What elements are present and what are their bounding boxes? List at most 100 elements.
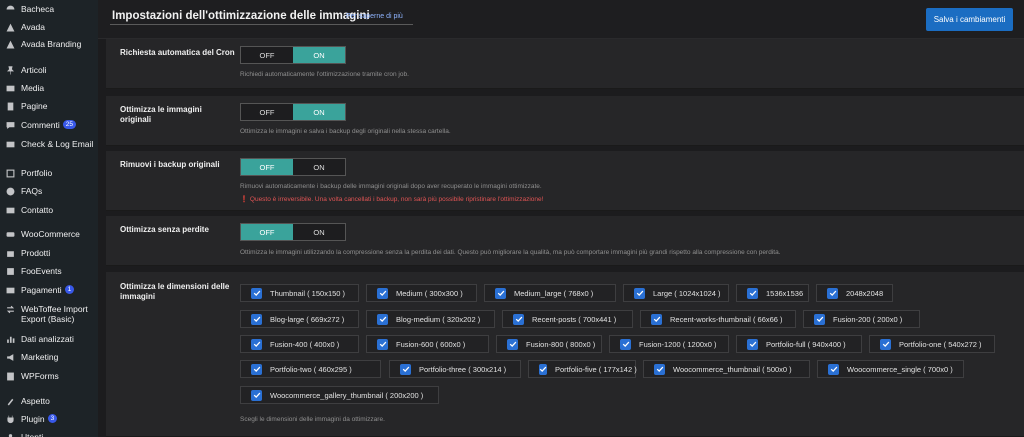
checkmark-icon[interactable] — [651, 313, 662, 325]
image-size-checkbox[interactable]: Fusion-1200 ( 1200x0 ) — [609, 335, 729, 353]
toggle-on-option[interactable]: ON — [293, 104, 345, 120]
checkmark-icon[interactable] — [620, 338, 631, 350]
image-size-checkbox[interactable]: Woocommerce_single ( 700x0 ) — [817, 360, 964, 378]
image-size-label: Recent-works-thumbnail ( 66x66 ) — [670, 314, 783, 324]
image-size-checkbox[interactable]: Medium ( 300x300 ) — [366, 284, 477, 302]
image-size-checkbox[interactable]: Large ( 1024x1024 ) — [623, 284, 729, 302]
sidebar-item-check-log-email[interactable]: Check & Log Email — [4, 139, 96, 149]
image-size-checkbox[interactable]: Fusion-400 ( 400x0 ) — [240, 335, 359, 353]
section-label: Ottimizza le dimensioni delle immagini — [120, 282, 230, 301]
toggle-on-option[interactable]: ON — [293, 47, 345, 63]
checkmark-icon[interactable] — [513, 313, 524, 325]
image-size-checkbox[interactable]: Portfolio-three ( 300x214 ) — [389, 360, 521, 378]
toggle-off-option[interactable]: OFF — [241, 224, 293, 240]
checkmark-icon[interactable] — [251, 363, 262, 375]
pages-icon — [4, 101, 17, 111]
marketing-icon — [4, 352, 17, 362]
sidebar-item-label: Marketing — [21, 352, 59, 362]
sidebar-item-pagine[interactable]: Pagine — [4, 101, 96, 111]
sidebar-item-media[interactable]: Media — [4, 83, 96, 93]
image-size-checkbox[interactable]: Fusion-200 ( 200x0 ) — [803, 310, 920, 328]
checkmark-icon[interactable] — [377, 338, 388, 350]
checkmark-icon[interactable] — [377, 313, 388, 325]
toggle-off-option[interactable]: OFF — [241, 104, 293, 120]
image-size-checkbox[interactable]: Woocommerce_thumbnail ( 500x0 ) — [643, 360, 810, 378]
checkmark-icon[interactable] — [654, 363, 665, 375]
toggle-on-option[interactable]: ON — [293, 224, 345, 240]
plugin-icon — [4, 414, 17, 424]
image-size-checkbox[interactable]: Portfolio-two ( 460x295 ) — [240, 360, 381, 378]
toggle-off-option[interactable]: OFF — [241, 159, 293, 175]
toggle-on-option[interactable]: ON — [293, 159, 345, 175]
checkmark-icon[interactable] — [539, 363, 547, 375]
image-size-checkbox[interactable]: Recent-posts ( 700x441 ) — [502, 310, 633, 328]
section-label: Ottimizza senza perdite — [120, 225, 209, 234]
sidebar-item-faqs[interactable]: FAQs — [4, 186, 96, 196]
cron-toggle[interactable]: OFF ON — [240, 46, 346, 64]
sidebar-item-contatto[interactable]: Contatto — [4, 205, 96, 215]
backup-toggle[interactable]: OFF ON — [240, 158, 346, 176]
image-size-checkbox[interactable]: 1536x1536 — [736, 284, 809, 302]
checkmark-icon[interactable] — [880, 338, 891, 350]
sidebar-item-utenti[interactable]: Utenti — [4, 432, 96, 437]
sidebar-item-plugin[interactable]: Plugin 3 — [4, 414, 96, 424]
image-size-checkbox[interactable]: Fusion-800 ( 800x0 ) — [496, 335, 602, 353]
sidebar-item-dati-analizzati[interactable]: Dati analizzati — [4, 334, 96, 344]
checkmark-icon[interactable] — [400, 363, 411, 375]
section-lossless: Ottimizza senza perdite OFF ON Ottimizza… — [106, 216, 1024, 266]
image-size-label: Woocommerce_thumbnail ( 500x0 ) — [673, 364, 792, 374]
checkmark-icon[interactable] — [251, 287, 262, 299]
sidebar-item-pagamenti[interactable]: Pagamenti 1 — [4, 285, 96, 295]
sidebar-item-fooevents[interactable]: FooEvents — [4, 266, 96, 276]
sidebar-item-prodotti[interactable]: Prodotti — [4, 248, 96, 258]
image-size-label: Fusion-800 ( 800x0 ) — [526, 339, 596, 349]
checkmark-icon[interactable] — [828, 363, 839, 375]
section-description: Ottimizza le immagini utilizzando la com… — [240, 249, 781, 256]
image-size-checkbox[interactable]: Medium_large ( 768x0 ) — [484, 284, 616, 302]
sidebar-item-commenti[interactable]: Commenti 25 — [4, 120, 96, 130]
image-size-checkbox[interactable]: Thumbnail ( 150x150 ) — [240, 284, 359, 302]
sidebar-item-articoli[interactable]: Articoli — [4, 65, 96, 75]
dashboard-icon — [4, 4, 17, 14]
sidebar-item-label: Avada Branding — [21, 39, 82, 49]
learn-more-link[interactable]: Per saperne di più — [346, 13, 403, 20]
image-size-checkbox[interactable]: Portfolio-full ( 940x400 ) — [736, 335, 862, 353]
sidebar-item-avada-branding[interactable]: Avada Branding — [4, 39, 96, 49]
checkmark-icon[interactable] — [814, 313, 825, 325]
image-size-checkbox[interactable]: Blog-medium ( 320x202 ) — [366, 310, 495, 328]
image-size-checkbox[interactable]: Portfolio-one ( 540x272 ) — [869, 335, 995, 353]
image-size-label: Portfolio-one ( 540x272 ) — [899, 339, 982, 349]
image-size-label: Medium_large ( 768x0 ) — [514, 288, 594, 298]
image-size-checkbox[interactable]: 2048x2048 — [816, 284, 893, 302]
sidebar-item-aspetto[interactable]: Aspetto — [4, 396, 96, 406]
checkmark-icon[interactable] — [495, 287, 506, 299]
checkmark-icon[interactable] — [377, 287, 388, 299]
checkmark-icon[interactable] — [251, 313, 262, 325]
avada-branding-icon — [4, 39, 17, 49]
checkmark-icon[interactable] — [251, 389, 262, 401]
image-size-checkbox[interactable]: Woocommerce_gallery_thumbnail ( 200x200 … — [240, 386, 439, 404]
image-size-checkbox[interactable]: Recent-works-thumbnail ( 66x66 ) — [640, 310, 796, 328]
save-button[interactable]: Salva i cambiamenti — [926, 8, 1013, 31]
sidebar-item-woocommerce[interactable]: WooCommerce — [4, 229, 96, 239]
lossless-toggle[interactable]: OFF ON — [240, 223, 346, 241]
sidebar-item-label: Prodotti — [21, 248, 51, 258]
sidebar-item-portfolio[interactable]: Portfolio — [4, 168, 96, 178]
toggle-off-option[interactable]: OFF — [241, 47, 293, 63]
sidebar-item-wpforms[interactable]: WPForms — [4, 371, 96, 381]
image-size-checkbox[interactable]: Fusion-600 ( 600x0 ) — [366, 335, 489, 353]
image-size-checkbox[interactable]: Blog-large ( 669x272 ) — [240, 310, 359, 328]
portfolio-icon — [4, 168, 17, 178]
checkmark-icon[interactable] — [634, 287, 645, 299]
checkmark-icon[interactable] — [827, 287, 838, 299]
sidebar-item-webtoffee-import-export-basic[interactable]: WebToffee Import Export (Basic) — [4, 304, 96, 324]
sidebar-item-avada[interactable]: Avada — [4, 22, 96, 32]
checkmark-icon[interactable] — [747, 287, 758, 299]
sidebar-item-bacheca[interactable]: Bacheca — [4, 4, 96, 14]
originals-toggle[interactable]: OFF ON — [240, 103, 346, 121]
sidebar-item-marketing[interactable]: Marketing — [4, 352, 96, 362]
checkmark-icon[interactable] — [507, 338, 518, 350]
image-size-checkbox[interactable]: Portfolio-five ( 177x142 ) — [528, 360, 637, 378]
checkmark-icon[interactable] — [251, 338, 262, 350]
checkmark-icon[interactable] — [747, 338, 758, 350]
